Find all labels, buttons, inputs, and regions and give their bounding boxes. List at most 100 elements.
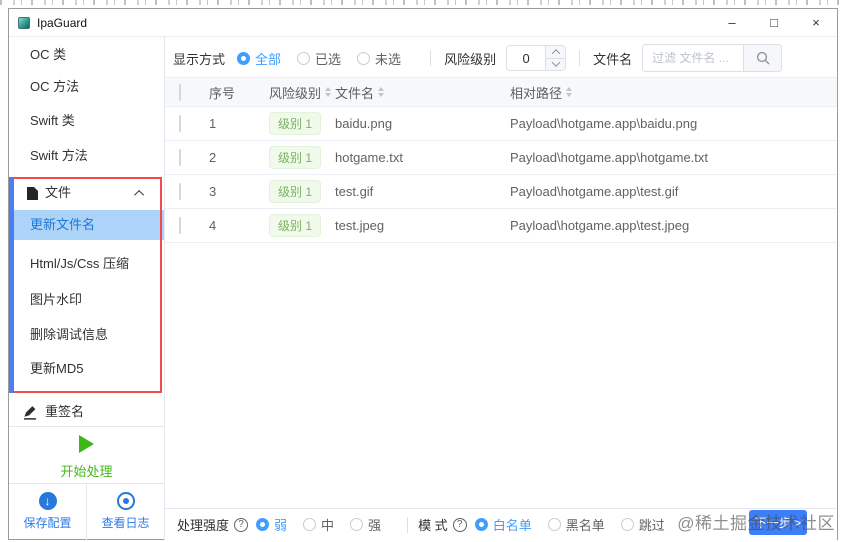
table-row[interactable]: 2 级别 1 hotgame.txt Payload\hotgame.app\h… [165,141,837,175]
column-header-level[interactable]: 风险级别 [269,83,335,102]
sidebar-item-update-md5[interactable]: 更新MD5 [9,356,164,382]
sort-icon[interactable] [378,84,385,100]
save-config-button[interactable]: ↓ 保存配置 [9,483,87,540]
sort-icon[interactable] [325,84,332,100]
close-icon: × [812,15,820,30]
sidebar-item-resign[interactable]: 重签名 [9,399,164,425]
sidebar-item-rename-file[interactable]: 更新文件名 [9,210,164,240]
help-icon[interactable]: ? [452,517,467,532]
radio-icon [474,518,488,531]
file-name: hotgame.txt [335,150,403,165]
maximize-icon: □ [770,15,778,30]
table-header: 序号 风险级别 文件名 相对路径 [165,77,837,107]
sidebar-divider [9,426,164,427]
search-button[interactable] [743,45,782,71]
row-checkbox[interactable] [179,115,181,132]
table-row[interactable]: 3 级别 1 test.gif Payload\hotgame.app\test… [165,175,837,209]
radio-display-selected[interactable]: 已选 [297,49,341,68]
sidebar-item-image-watermark[interactable]: 图片水印 [9,287,164,313]
row-checkbox[interactable] [179,183,181,200]
stepper-controls [545,46,566,70]
risk-level-badge: 级别 1 [269,214,322,237]
sidebar-item-resign-label: 重签名 [45,404,85,419]
radio-icon [357,51,371,65]
radio-icon [256,518,270,531]
sidebar-item-swift-method[interactable]: Swift 方法 [9,143,164,169]
sidebar-item-htmljscss-compress[interactable]: Html/Js/Css 压缩 [9,251,164,277]
eye-icon [116,492,135,510]
mode-label: 模 式 [418,518,448,533]
active-section-indicator [9,177,14,393]
bottom-options-bar: 处理强度 ? 弱 中 强 模 式 ? 白名单 黑名单 跳过 [165,508,837,540]
start-process-button[interactable]: 开始处理 [9,435,164,480]
sort-icon[interactable] [566,84,573,100]
file-path: Payload\hotgame.app\baidu.png [510,116,698,131]
radio-mode-whitelist[interactable]: 白名单 [474,515,532,534]
filter-toolbar: 显示方式 全部 已选 未选 风险级别 文件名 [173,43,837,73]
row-checkbox[interactable] [179,217,181,234]
column-header-name[interactable]: 文件名 [335,83,510,102]
risk-level-input[interactable] [507,46,546,70]
radio-strength-strong[interactable]: 强 [350,515,381,534]
sign-pen-icon [23,405,37,420]
toolbar-divider [430,50,432,66]
radio-icon [620,518,634,531]
row-index: 3 [209,184,217,199]
stepper-up-button[interactable] [546,46,566,59]
radio-mode-skip[interactable]: 跳过 [620,515,665,534]
table-row[interactable]: 1 级别 1 baidu.png Payload\hotgame.app\bai… [165,107,837,141]
radio-display-all[interactable]: 全部 [237,49,281,68]
risk-level-badge: 级别 1 [269,146,322,169]
save-config-label: 保存配置 [23,516,72,530]
maximize-button[interactable]: □ [753,9,795,36]
radio-icon [547,518,561,531]
sidebar-item-oc-class[interactable]: OC 类 [9,42,164,68]
row-checkbox[interactable] [179,149,181,166]
column-header-path[interactable]: 相对路径 [510,83,837,102]
radio-display-unselected[interactable]: 未选 [357,49,401,68]
start-process-label: 开始处理 [60,464,113,479]
close-button[interactable]: × [795,9,837,36]
chevron-up-icon [551,48,560,58]
file-path: Payload\hotgame.app\test.gif [510,184,679,199]
filename-search-box [642,44,783,72]
file-name: baidu.png [335,116,393,131]
sidebar: OC 类 OC 方法 Swift 类 Swift 方法 文件 更新文件名 Htm… [9,37,165,540]
select-all-checkbox[interactable] [179,83,181,101]
radio-icon [297,51,311,65]
sidebar-item-oc-method[interactable]: OC 方法 [9,74,164,100]
minimize-button[interactable]: – [711,9,753,36]
radio-mode-blacklist[interactable]: 黑名单 [547,515,605,534]
file-path: Payload\hotgame.app\hotgame.txt [510,150,709,165]
main-panel: 显示方式 全部 已选 未选 风险级别 文件名 [165,37,837,540]
sidebar-item-remove-debug-info[interactable]: 删除调试信息 [9,322,164,348]
help-icon[interactable]: ? [234,517,249,532]
next-step-button[interactable]: 下一步 > [749,510,807,535]
column-header-index-label: 序号 [209,85,236,101]
file-icon [27,186,38,200]
app-window: IpaGuard – □ × OC 类 OC 方法 Swift 类 Swift … [8,8,838,540]
radio-mode-skip-label: 跳过 [638,518,665,533]
risk-level-badge: 级别 1 [269,112,322,135]
radio-display-selected-label: 已选 [315,51,342,67]
strength-label: 处理强度 [177,518,230,533]
sidebar-group-file[interactable]: 文件 [9,180,164,206]
column-header-index[interactable]: 序号 [209,83,269,102]
risk-level-label: 风险级别 [444,51,497,67]
window-title: IpaGuard [37,15,88,30]
display-mode-label: 显示方式 [173,51,226,67]
table-row[interactable]: 4 级别 1 test.jpeg Payload\hotgame.app\tes… [165,209,837,243]
filename-filter-input[interactable] [643,45,744,71]
column-header-name-label: 文件名 [335,85,375,101]
radio-strength-medium[interactable]: 中 [303,515,334,534]
view-log-button[interactable]: 查看日志 [87,483,164,540]
toolbar-divider [579,50,581,66]
column-header-path-label: 相对路径 [510,85,563,101]
row-index: 2 [209,150,217,165]
radio-strength-weak[interactable]: 弱 [256,515,287,534]
view-log-label: 查看日志 [101,516,150,530]
stepper-down-button[interactable] [546,58,566,70]
chevron-down-icon [551,58,560,68]
sidebar-item-swift-class[interactable]: Swift 类 [9,108,164,134]
radio-icon [237,51,251,65]
